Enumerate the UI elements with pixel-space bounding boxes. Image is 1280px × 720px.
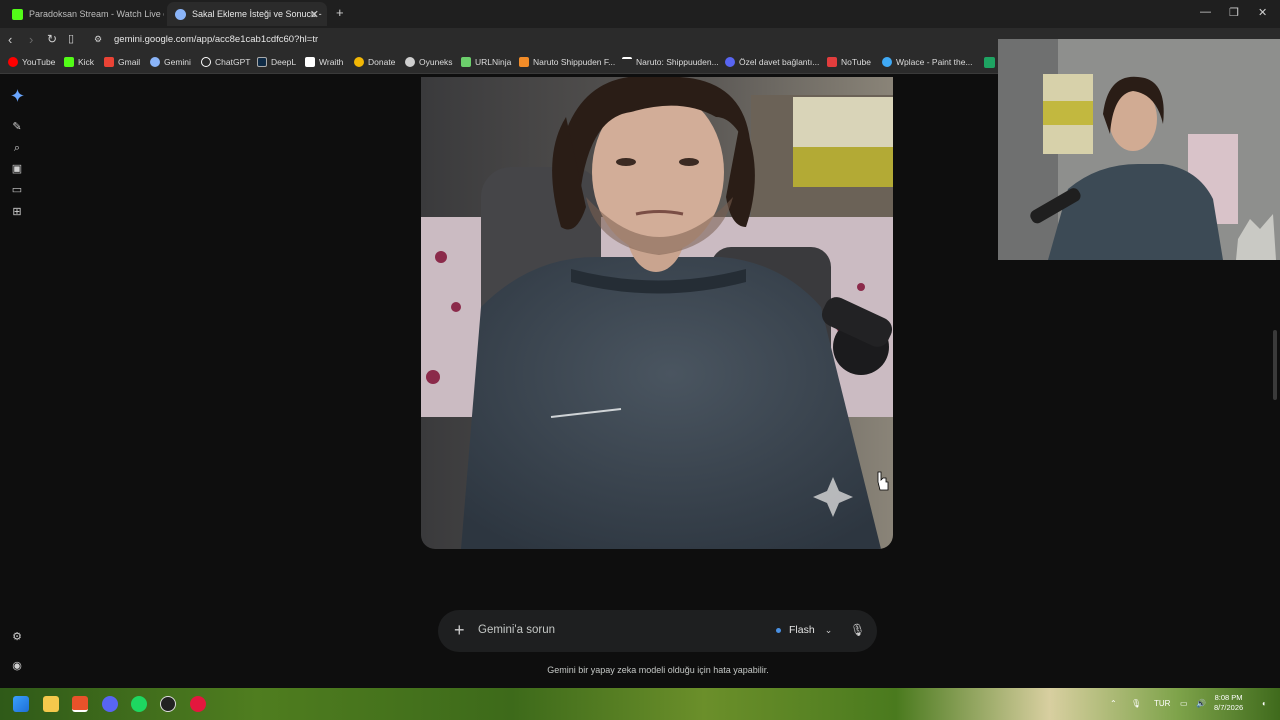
windows-taskbar: ⌃ 🎙 TUR ▭ 🔊 8:08 PM 8/7/2026 ◐	[0, 688, 1280, 720]
notube-icon	[827, 57, 837, 67]
deepl-icon	[257, 57, 267, 67]
bookmark-gmail[interactable]: Gmail	[104, 57, 140, 67]
close-tab-icon[interactable]: ✕	[310, 8, 319, 21]
new-chat-icon[interactable]: ✎	[11, 121, 23, 133]
prompt-input-box[interactable]: + Gemini'a sorun Flash ⌄ 🎙	[438, 610, 877, 652]
discord-icon	[725, 57, 735, 67]
gemini-favicon-icon	[175, 8, 186, 20]
gmail-icon	[104, 57, 114, 67]
microphone-icon[interactable]: 🎙	[850, 623, 865, 637]
chatgpt-icon	[201, 57, 211, 67]
windows-start-icon[interactable]	[13, 696, 29, 712]
youtube-icon	[8, 57, 18, 67]
network-icon[interactable]: ▭	[1180, 699, 1188, 708]
reload-icon[interactable]: ↻	[47, 32, 57, 46]
notifications-icon[interactable]: ◐	[1262, 699, 1267, 708]
bookmark-gemini[interactable]: Gemini	[150, 57, 191, 67]
microphone-tray-icon[interactable]: 🎙	[1131, 699, 1141, 708]
bookmark-deepl[interactable]: DeepL	[257, 57, 296, 67]
bookmark-wraith[interactable]: Wraith	[305, 57, 343, 67]
forward-icon[interactable]: ›	[29, 32, 33, 47]
prompt-placeholder[interactable]: Gemini'a sorun	[478, 624, 555, 636]
gemini-icon	[150, 57, 160, 67]
oyuneks-icon	[405, 57, 415, 67]
model-status-dot-icon	[776, 627, 781, 633]
bookmark-naruto-f[interactable]: Naruto Shippuden F...	[519, 57, 615, 67]
urlninja-icon	[461, 57, 471, 67]
sheets-icon[interactable]	[984, 57, 999, 68]
bookmark-urlninja[interactable]: URLNinja	[461, 57, 511, 67]
clock-time: 8:08 PM	[1214, 693, 1243, 702]
disclaimer-text: Gemini bir yapay zeka modeli olduğu için…	[547, 665, 769, 675]
volume-icon[interactable]: 🔊	[1196, 699, 1206, 708]
apps-icon[interactable]: ⊞	[11, 206, 23, 218]
tray-expand-icon[interactable]: ⌃	[1110, 699, 1117, 708]
naruto-icon	[519, 57, 529, 67]
restore-icon[interactable]: ❐	[1229, 6, 1239, 19]
obs-icon[interactable]	[160, 696, 176, 712]
tab-strip: Paradoksan Stream - Watch Live on K Saka…	[0, 0, 1280, 28]
settings-icon[interactable]: ⚙	[11, 631, 23, 643]
discord-icon[interactable]	[102, 696, 118, 712]
opera-icon[interactable]	[190, 696, 206, 712]
bookmark-wplace[interactable]: Wplace - Paint the...	[882, 57, 973, 67]
tab-paradoksan-stream[interactable]: Paradoksan Stream - Watch Live on K	[4, 2, 164, 26]
search-icon[interactable]: ⌕	[11, 142, 23, 154]
kick-icon	[64, 57, 74, 67]
bookmark-naruto-shippuuden[interactable]: Naruto: Shippuuden...	[622, 57, 719, 67]
add-attachment-icon[interactable]: +	[454, 620, 465, 641]
minimize-icon[interactable]: —	[1200, 6, 1211, 18]
model-label: Flash	[789, 624, 815, 636]
page-scrollbar[interactable]	[1273, 330, 1277, 400]
site-info-icon[interactable]: ⚙	[94, 34, 102, 45]
bookmark-chatgpt[interactable]: ChatGPT	[201, 57, 250, 67]
bookmark-discord-invite[interactable]: Özel davet bağlantı...	[725, 57, 819, 67]
tab-gemini[interactable]: Sakal Ekleme İsteği ve Sonucu - ✕	[167, 2, 327, 26]
naruto-icon	[622, 57, 632, 67]
gemini-logo-icon[interactable]	[11, 89, 24, 102]
bookmark-youtube[interactable]: YouTube	[8, 57, 55, 67]
bookmark-oyuneks[interactable]: Oyuneks	[405, 57, 453, 67]
bookmark-notube[interactable]: NoTube	[827, 57, 871, 67]
back-icon[interactable]: ‹	[8, 32, 12, 47]
generated-image[interactable]	[421, 77, 893, 549]
webcam-overlay	[998, 39, 1280, 260]
model-selector[interactable]: Flash ⌄	[776, 624, 832, 636]
language-indicator[interactable]: TUR	[1154, 699, 1170, 708]
clock-date: 8/7/2026	[1214, 703, 1244, 712]
wplace-icon	[882, 57, 892, 67]
tab-label: Paradoksan Stream - Watch Live on K	[29, 9, 164, 19]
chevron-down-icon: ⌄	[824, 624, 833, 635]
wraith-icon	[305, 57, 315, 67]
brave-browser-icon[interactable]	[72, 696, 88, 712]
kick-favicon-icon	[12, 8, 23, 20]
donate-icon	[354, 57, 364, 67]
file-explorer-icon[interactable]	[43, 696, 59, 712]
videos-icon[interactable]: ▭	[11, 184, 23, 196]
tab-label: Sakal Ekleme İsteği ve Sonucu -	[192, 9, 322, 19]
bookmark-donate[interactable]: Donate	[354, 57, 395, 67]
new-tab-button[interactable]: +	[336, 5, 344, 20]
gallery-icon[interactable]: ▣	[11, 163, 23, 175]
bookmark-kick[interactable]: Kick	[64, 57, 94, 67]
bookmark-icon[interactable]: ▯	[68, 32, 74, 45]
close-window-icon[interactable]: ✕	[1258, 6, 1267, 19]
taskbar-clock[interactable]: 8:08 PM 8/7/2026	[1214, 693, 1243, 713]
spotify-icon[interactable]	[131, 696, 147, 712]
url-field[interactable]: gemini.google.com/app/acc8e1cab1cdfc60?h…	[114, 34, 318, 45]
